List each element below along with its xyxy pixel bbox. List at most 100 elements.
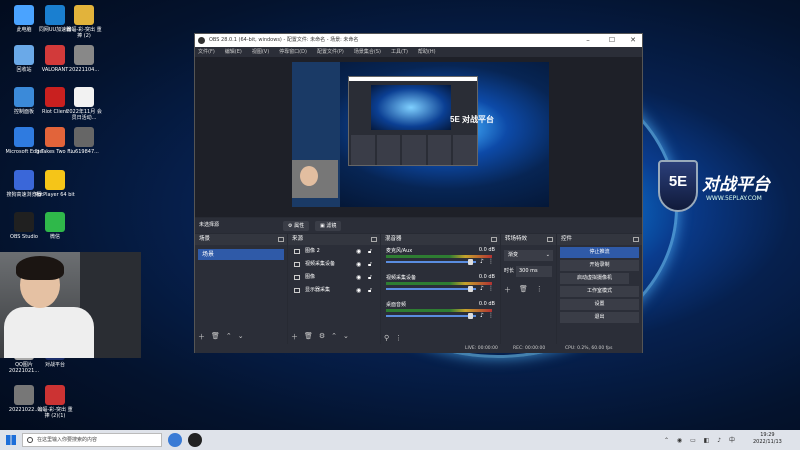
lock-icon[interactable]: 🔓︎: [368, 245, 372, 258]
close-icon[interactable]: ✕: [624, 34, 642, 47]
control-button[interactable]: 设置: [560, 299, 639, 310]
mixer-menu-icon[interactable]: ⋮: [395, 334, 402, 342]
volume-slider[interactable]: [386, 315, 476, 317]
move-down-button[interactable]: ⌄: [343, 332, 349, 342]
monitor-source-icon: [294, 288, 300, 293]
remove-scene-button[interactable]: 🗑: [211, 332, 220, 342]
windows-start-icon[interactable]: [6, 435, 16, 445]
volume-slider[interactable]: [386, 288, 476, 290]
visibility-eye-icon[interactable]: ◉: [356, 284, 361, 297]
lock-icon[interactable]: 🔓︎: [368, 271, 372, 284]
rec-status: REC: 00:00:00: [513, 346, 546, 351]
transitions-title: 转场特效: [505, 236, 528, 242]
channel-db: 0.0 dB: [478, 247, 495, 253]
desktop-icon[interactable]: 20221104...: [64, 45, 104, 73]
duration-field[interactable]: 时长 300 ms: [504, 266, 553, 277]
scene-list-item[interactable]: 场景: [198, 249, 284, 260]
speaker-icon[interactable]: ♪: [480, 258, 484, 265]
control-button[interactable]: 退出: [560, 312, 639, 323]
document-icon: [74, 87, 94, 107]
computer-icon: [14, 5, 34, 25]
transition-menu-icon[interactable]: ⋮: [536, 285, 543, 295]
source-settings-button[interactable]: ⚙: [319, 332, 325, 342]
menu-item[interactable]: 帮助(H): [418, 47, 436, 57]
menu-item[interactable]: 配置文件(P): [317, 47, 344, 57]
source-item[interactable]: 图像 ◉ 🔓︎: [288, 271, 380, 284]
lock-icon[interactable]: 🔓︎: [368, 284, 372, 297]
remove-source-button[interactable]: 🗑: [304, 332, 313, 342]
add-source-button[interactable]: ＋: [291, 332, 298, 342]
volume-slider-handle[interactable]: [468, 313, 473, 319]
control-button[interactable]: 工作室模式: [560, 286, 639, 297]
obs-taskbar-icon[interactable]: [188, 433, 202, 447]
riot-client-icon: [45, 87, 65, 107]
volume-slider-handle[interactable]: [468, 259, 473, 265]
desktop-icon[interactable]: 蝙蝠-彩-突出 重捧 (2): [64, 5, 104, 39]
channel-name: 视频采集设备: [386, 275, 417, 281]
system-tray[interactable]: ⌃ ◉ ▭ ◧ ♪ 中: [664, 435, 738, 444]
taskbar-search[interactable]: 在这里输入你要搜索的内容: [22, 433, 162, 447]
minimize-icon[interactable]: –: [579, 34, 597, 47]
duration-label: 时长: [504, 268, 515, 274]
menu-item[interactable]: 文件(F): [198, 47, 215, 57]
preview-canvas[interactable]: 5E 对战平台: [195, 57, 642, 217]
undock-icon[interactable]: [547, 237, 553, 242]
wechat-icon: [45, 212, 65, 232]
menu-item[interactable]: 场景集合(S): [354, 47, 381, 57]
desktop-icon[interactable]: 微信: [35, 212, 75, 240]
volume-slider[interactable]: [386, 261, 476, 263]
undock-icon[interactable]: [491, 237, 497, 242]
source-item[interactable]: 显示器采集 ◉ 🔓︎: [288, 284, 380, 297]
obs-titlebar[interactable]: OBS 28.0.1 (64-bit, windows) - 配置文件: 未命名…: [195, 34, 642, 47]
desktop-icon[interactable]: PotPlayer 64 bit: [35, 170, 75, 198]
desktop-icon[interactable]: liu619847...: [64, 127, 104, 155]
obs-window[interactable]: OBS 28.0.1 (64-bit, windows) - 配置文件: 未命名…: [194, 33, 643, 353]
control-button[interactable]: 开始录制: [560, 260, 639, 271]
source-label: 显示器采集: [305, 287, 331, 293]
channel-menu-icon[interactable]: ⋮: [488, 312, 494, 319]
remove-transition-button[interactable]: 🗑: [519, 285, 528, 295]
source-item[interactable]: 图像 2 ◉ 🔓︎: [288, 245, 380, 258]
visibility-eye-icon[interactable]: ◉: [356, 245, 361, 258]
duration-input[interactable]: 300 ms: [516, 266, 552, 277]
visibility-eye-icon[interactable]: ◉: [356, 271, 361, 284]
move-up-button[interactable]: ⌃: [226, 332, 232, 342]
browser-taskbar-icon[interactable]: [168, 433, 182, 447]
channel-menu-icon[interactable]: ⋮: [488, 258, 494, 265]
volume-slider-handle[interactable]: [468, 286, 473, 292]
search-placeholder: 在这里输入你要搜索的内容: [37, 437, 98, 443]
menu-item[interactable]: 编辑(E): [225, 47, 242, 57]
speaker-icon[interactable]: ♪: [480, 285, 484, 292]
taskbar-clock[interactable]: 19:29 2022/11/13: [753, 432, 782, 446]
add-transition-button[interactable]: ＋: [504, 285, 511, 295]
advanced-audio-icon[interactable]: ⚲: [384, 334, 389, 342]
speaker-icon[interactable]: ♪: [480, 312, 484, 319]
properties-button[interactable]: ⚙ 属性: [283, 221, 310, 231]
undock-icon[interactable]: [371, 237, 377, 242]
menu-item[interactable]: 视图(V): [252, 47, 269, 57]
filters-button[interactable]: ▣ 滤镜: [315, 221, 342, 231]
add-scene-button[interactable]: ＋: [198, 332, 205, 342]
channel-menu-icon[interactable]: ⋮: [488, 285, 494, 292]
move-up-button[interactable]: ⌃: [331, 332, 337, 342]
undock-icon[interactable]: [278, 237, 284, 242]
visibility-eye-icon[interactable]: ◉: [356, 258, 361, 271]
source-label: 图像: [305, 274, 316, 280]
control-button[interactable]: 停止推流: [560, 247, 639, 258]
mixer-channel: 麦克风/Aux 0.0 dB ♪ ⋮: [384, 247, 497, 272]
desktop-icon[interactable]: 蝙蝠-彩-突出 重捧 (2)(1): [35, 385, 75, 419]
menu-item[interactable]: 工具(T): [391, 47, 408, 57]
status-bar: LIVE: 00:00:00 REC: 00:00:00 CPU: 0.2%, …: [195, 344, 642, 353]
maximize-icon[interactable]: ☐: [603, 34, 621, 47]
control-button[interactable]: 启动虚拟摄像机: [560, 273, 629, 284]
desktop-icon[interactable]: 2022年11月 会员日活动...: [64, 87, 104, 121]
source-label: 图像 2: [305, 248, 320, 254]
source-item[interactable]: 视频采集设备 ◉ 🔓︎: [288, 258, 380, 271]
folder-icon: [74, 5, 94, 25]
undock-icon[interactable]: [633, 237, 639, 242]
menu-item[interactable]: 停靠窗口(D): [279, 47, 307, 57]
transition-select[interactable]: 渐变 ⌄: [504, 250, 553, 261]
move-down-button[interactable]: ⌄: [238, 332, 244, 342]
volume-meter: [386, 282, 492, 285]
lock-icon[interactable]: 🔓︎: [368, 258, 372, 271]
